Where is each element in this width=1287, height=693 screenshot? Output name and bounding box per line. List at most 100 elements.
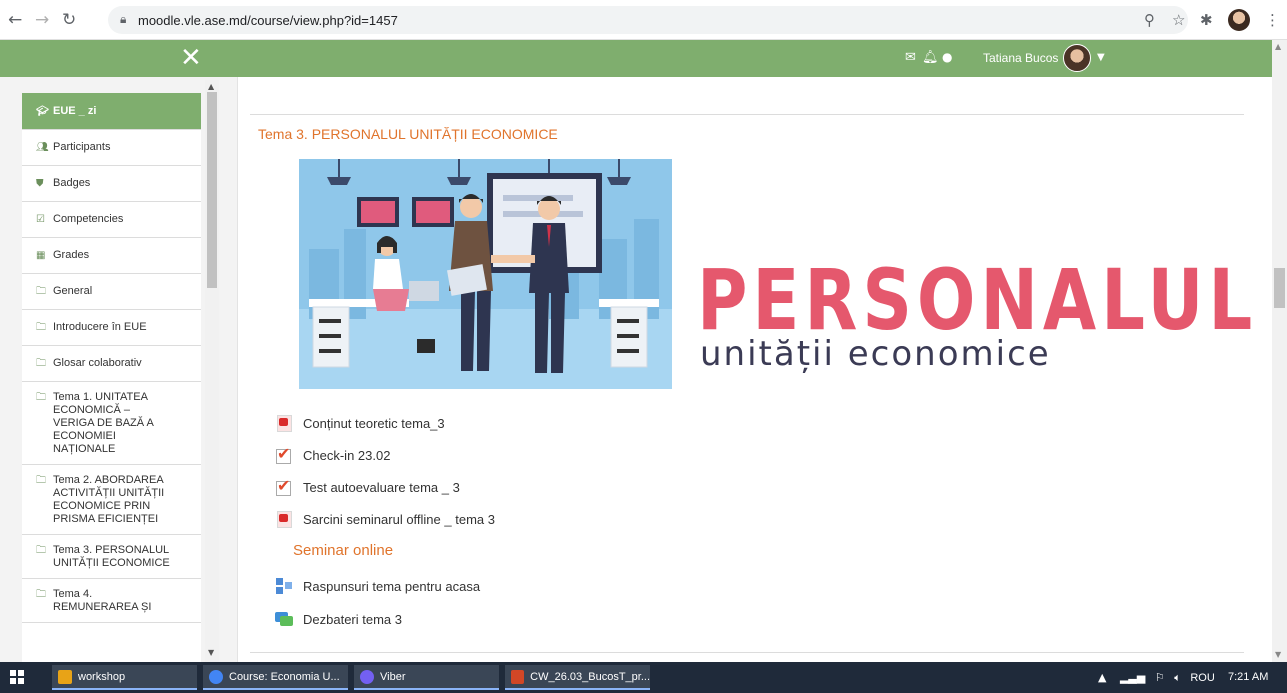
taskbar-clock[interactable]: 7:21 AM bbox=[1228, 671, 1268, 683]
zoom-icon[interactable]: ⚲ bbox=[1144, 11, 1155, 29]
powerpoint-icon bbox=[511, 669, 525, 684]
volume-icon[interactable]: 🔈︎ bbox=[1174, 671, 1181, 684]
course-nav-drawer: 🎓︎ EUE _ zi 👥︎ Participants ⛊ Badges ☑ C… bbox=[22, 93, 201, 662]
sidebar-item-label: General bbox=[53, 285, 93, 297]
url-text: moodle.vle.ase.md/course/view.php?id=145… bbox=[138, 13, 398, 28]
sidebar-item-grades[interactable]: ▦ Grades bbox=[22, 238, 201, 274]
sidebar-item-label-line: Tema 1. UNITATEA bbox=[53, 391, 148, 403]
close-drawer-icon[interactable]: ✕ bbox=[180, 43, 202, 73]
moodle-navbar: ✕ ✉ 🔔︎ ● Tatiana Bucos ▼ bbox=[0, 40, 1272, 77]
activity-test-autoevaluare[interactable]: Test autoevaluare tema _ 3 bbox=[275, 476, 460, 496]
profile-avatar[interactable] bbox=[1228, 9, 1250, 31]
sidebar-item-tema-2[interactable]: 🗀 Tema 2. ABORDAREA ACTIVITĂȚII UNITĂȚII… bbox=[22, 465, 201, 535]
taskbar-item-label: workshop bbox=[78, 670, 126, 683]
taskbar-item-label: Viber bbox=[380, 670, 406, 683]
scroll-down-icon[interactable]: ▼ bbox=[1275, 650, 1281, 659]
section-divider bbox=[250, 114, 1244, 115]
sidebar-item-label: Participants bbox=[53, 141, 111, 153]
activity-dezbateri[interactable]: Dezbateri tema 3 bbox=[275, 610, 402, 628]
taskbar-item-chrome[interactable]: Course: Economia U... bbox=[203, 665, 348, 690]
taskbar-item-powerpoint[interactable]: CW_26.03_BucosT_pr... bbox=[505, 665, 650, 690]
chevron-down-icon[interactable]: ▼ bbox=[1097, 52, 1105, 63]
scroll-up-icon[interactable]: ▲ bbox=[1275, 42, 1281, 51]
scroll-thumb[interactable] bbox=[1274, 268, 1285, 308]
chevron-up-icon[interactable]: ▲ bbox=[1098, 671, 1106, 684]
folder-icon: 🗀 bbox=[36, 589, 46, 600]
sidebar-item-glosar[interactable]: 🗀 Glosar colaborativ bbox=[22, 346, 201, 382]
extensions-puzzle-icon[interactable]: ✱ bbox=[1200, 11, 1213, 29]
sidebar-scrollbar[interactable]: ▲ ▼ bbox=[205, 80, 219, 662]
messages-envelope-icon[interactable]: ✉ bbox=[905, 50, 916, 65]
section-title[interactable]: Tema 3. PERSONALUL UNITĂȚII ECONOMICE bbox=[258, 126, 558, 142]
folder-icon: 🗀 bbox=[36, 475, 46, 486]
sidebar-item-label-line: REMUNERAREA ȘI bbox=[53, 601, 152, 613]
sidebar-item-label-line: ECONOMIEI bbox=[53, 430, 116, 442]
chat-bubble-icon[interactable]: ● bbox=[942, 50, 952, 64]
activity-label: Raspunsuri tema pentru acasa bbox=[303, 578, 481, 594]
sidebar-item-label-line: VERIGA DE BAZĂ A bbox=[53, 417, 154, 429]
taskbar-item-label: CW_26.03_BucosT_pr... bbox=[530, 670, 650, 683]
activity-label: Conținut teoretic tema_3 bbox=[303, 415, 445, 431]
user-name[interactable]: Tatiana Bucos bbox=[983, 51, 1058, 65]
windows-taskbar: workshop Course: Economia U... Viber CW_… bbox=[0, 662, 1287, 693]
sidebar-item-tema-1[interactable]: 🗀 Tema 1. UNITATEA ECONOMICĂ – VERIGA DE… bbox=[22, 382, 201, 465]
seminar-online-label: Seminar online bbox=[293, 542, 394, 559]
back-arrow-icon[interactable]: ← bbox=[8, 10, 22, 30]
section-divider bbox=[250, 652, 1244, 653]
sidebar-item-label-line: ACTIVITĂȚII UNITĂȚII bbox=[53, 487, 165, 499]
sidebar-item-introducere[interactable]: 🗀 Introducere în EUE bbox=[22, 310, 201, 346]
user-avatar[interactable] bbox=[1063, 44, 1091, 72]
activity-sarcini-seminar[interactable]: Sarcini seminarul offline _ tema 3 bbox=[275, 510, 495, 528]
sidebar-item-label-line: ECONOMICE PRIN bbox=[53, 500, 151, 512]
language-indicator[interactable]: ROU bbox=[1190, 672, 1214, 684]
notifications-bell-icon[interactable]: 🔔︎ bbox=[922, 50, 939, 65]
quiz-check-icon bbox=[275, 476, 293, 496]
sidebar-item-label: Introducere în EUE bbox=[53, 321, 147, 333]
bookmark-star-icon[interactable]: ☆ bbox=[1172, 11, 1185, 29]
sidebar-item-participants[interactable]: 👥︎ Participants bbox=[22, 130, 201, 166]
scroll-down-icon[interactable]: ▼ bbox=[208, 648, 214, 657]
activity-raspunsuri[interactable]: Raspunsuri tema pentru acasa bbox=[275, 577, 480, 595]
taskbar-item-viber[interactable]: Viber bbox=[354, 665, 499, 690]
banner-title: PERSONALUL bbox=[697, 251, 1258, 349]
activity-label: Dezbateri tema 3 bbox=[303, 611, 402, 627]
sidebar-item-course[interactable]: 🎓︎ EUE _ zi bbox=[22, 93, 201, 130]
forward-arrow-icon[interactable]: → bbox=[35, 10, 49, 30]
browser-menu-icon[interactable]: ⋮ bbox=[1265, 11, 1280, 29]
signal-icon[interactable]: ▂▃▅ bbox=[1120, 671, 1145, 684]
viber-icon bbox=[360, 669, 374, 684]
system-tray[interactable]: ▲ ▂▃▅ ⚐ 🔈︎ ROU bbox=[1098, 671, 1215, 685]
banner-illustration bbox=[299, 159, 672, 389]
taskbar-item-workshop[interactable]: workshop bbox=[52, 665, 197, 690]
sidebar-item-general[interactable]: 🗀 General bbox=[22, 274, 201, 310]
activity-label: Test autoevaluare tema _ 3 bbox=[303, 479, 460, 495]
sidebar-item-label-line: NAȚIONALE bbox=[53, 443, 116, 455]
shield-icon: ⛊ bbox=[36, 178, 44, 189]
scroll-up-icon[interactable]: ▲ bbox=[208, 82, 214, 91]
sidebar-item-badges[interactable]: ⛊ Badges bbox=[22, 166, 201, 202]
banner-subtitle: unității economice bbox=[700, 334, 1051, 374]
sidebar-item-tema-4[interactable]: 🗀 Tema 4. REMUNERAREA ȘI bbox=[22, 579, 201, 623]
page-scrollbar[interactable]: ▲ ▼ bbox=[1272, 40, 1287, 662]
flag-icon[interactable]: ⚐ bbox=[1155, 671, 1165, 684]
forum-icon bbox=[275, 610, 293, 628]
folder-icon: 🗀 bbox=[36, 322, 46, 333]
table-icon: ▦ bbox=[36, 250, 46, 261]
address-bar[interactable]: 🔒︎ moodle.vle.ase.md/course/view.php?id=… bbox=[108, 6, 1188, 34]
taskbar-item-label: Course: Economia U... bbox=[229, 670, 340, 683]
sidebar-item-competencies[interactable]: ☑ Competencies bbox=[22, 202, 201, 238]
reload-icon[interactable]: ↻ bbox=[62, 10, 76, 30]
folder-icon: 🗀 bbox=[36, 392, 46, 403]
activity-continut-teoretic[interactable]: Conținut teoretic tema_3 bbox=[275, 414, 445, 432]
folder-icon: 🗀 bbox=[36, 358, 46, 369]
users-icon: 👥︎ bbox=[36, 142, 49, 153]
sidebar-item-label-line: PRISMA EFICIENȚEI bbox=[53, 513, 159, 525]
windows-start-icon[interactable] bbox=[10, 670, 24, 684]
activity-check-in[interactable]: Check-in 23.02 bbox=[275, 444, 390, 464]
sidebar-item-tema-3[interactable]: 🗀 Tema 3. PERSONALUL UNITĂȚII ECONOMICE bbox=[22, 535, 201, 579]
sidebar-item-label: EUE _ zi bbox=[53, 104, 97, 117]
scroll-thumb[interactable] bbox=[207, 92, 217, 288]
sidebar-item-label: Competencies bbox=[53, 213, 124, 225]
lock-icon: 🔒︎ bbox=[120, 12, 127, 26]
sidebar-item-label-line: Tema 2. ABORDAREA bbox=[53, 474, 164, 486]
